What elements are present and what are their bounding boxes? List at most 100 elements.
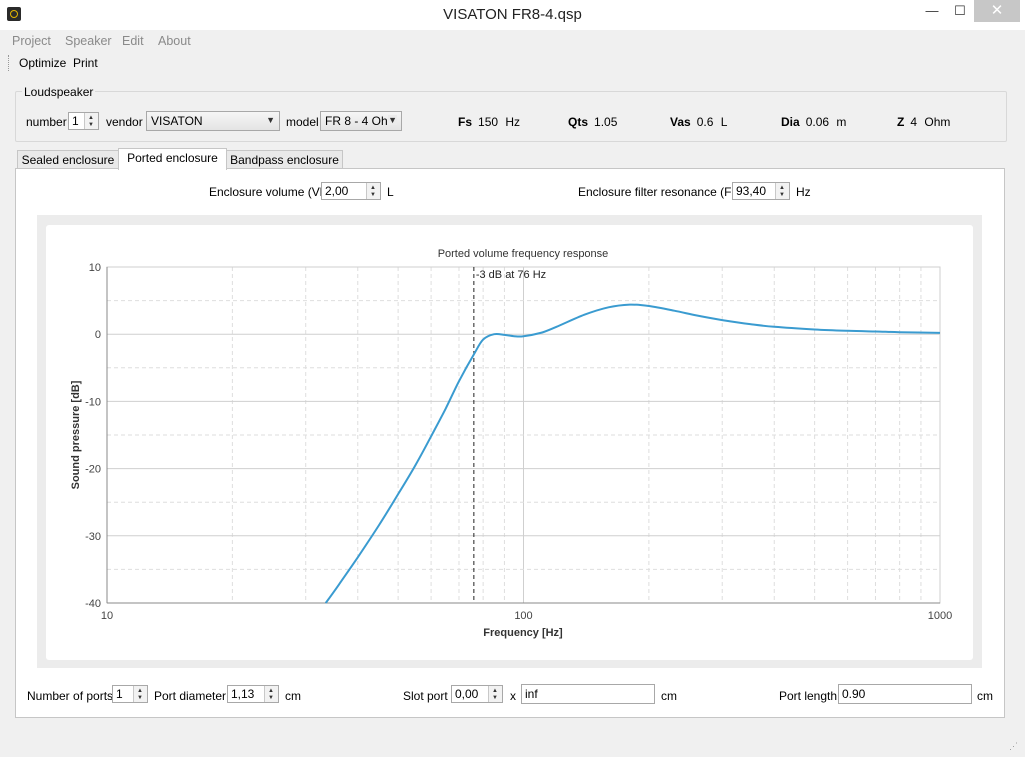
z-param: Z4 Ohm [897, 115, 950, 129]
dia-param: Dia 0.06 m [781, 115, 846, 129]
fs-param: Fs 150 Hz [458, 115, 520, 129]
x-tick-label: 10 [101, 610, 113, 622]
y-tick-label: 10 [89, 262, 101, 274]
z-value: 4 [910, 115, 918, 129]
chart-panel: 10 100 1000 10 0 -10 -20 -30 -40 Ported volume f… [46, 225, 973, 660]
x-tick-label: 100 [514, 610, 532, 622]
print-button[interactable]: Print [73, 56, 98, 70]
fb-unit: Hz [796, 185, 811, 199]
vb-unit: L [387, 185, 394, 199]
length-unit: cm [977, 689, 993, 703]
model-select[interactable]: FR 8 - 4 Ohm ▼ [320, 111, 402, 131]
title-bar: VISATON FR8-4.qsp — ☐ ✕ [0, 0, 1025, 30]
chart-ticks: 10 100 1000100-10-20-30-40 [85, 262, 952, 622]
z-unit: Ohm [924, 115, 951, 129]
ports-spin-arrows[interactable]: ▲ ▼ [133, 686, 147, 702]
qts-param: Qts 1.05 [568, 115, 617, 129]
vendor-select[interactable]: VISATON ▼ [146, 111, 280, 131]
slot-width-input[interactable]: inf [521, 684, 655, 704]
vb-spinbox[interactable]: 2,00 ▲ ▼ [321, 182, 381, 200]
menu-about[interactable]: About [158, 34, 191, 48]
spin-down-icon[interactable]: ▼ [492, 695, 498, 701]
optimize-button[interactable]: Optimize [19, 56, 66, 70]
minimize-button[interactable]: — [917, 0, 947, 22]
fs-label: Fs [458, 115, 473, 129]
menu-bar: Project Speaker Edit About [0, 30, 1025, 52]
chart-title: Ported volume frequency response [438, 248, 609, 260]
chevron-down-icon: ▼ [388, 115, 397, 125]
vendor-value: VISATON [151, 114, 203, 128]
close-button[interactable]: ✕ [974, 0, 1020, 22]
vendor-label: vendor [106, 115, 143, 129]
frequency-response-chart: 10 100 1000100-10-20-30-40 Ported volume f… [70, 248, 952, 639]
fs-unit: Hz [505, 115, 521, 129]
slot-x-label: x [510, 689, 516, 703]
spin-up-icon[interactable]: ▲ [492, 688, 498, 694]
fb-spin-arrows[interactable]: ▲ ▼ [775, 183, 789, 199]
diameter-value: 1,13 [231, 687, 255, 701]
y-axis-label: Sound pressure [dB] [70, 380, 82, 489]
fb-spinbox[interactable]: 93,40 ▲ ▼ [732, 182, 790, 200]
diameter-spinbox[interactable]: 1,13 ▲ ▼ [227, 685, 279, 703]
diameter-spin-arrows[interactable]: ▲ ▼ [264, 686, 278, 702]
minus-3db-annotation: -3 dB at 76 Hz [476, 269, 546, 281]
tab-ported-enclosure[interactable]: Ported enclosure [118, 148, 227, 170]
model-label: model [286, 115, 319, 129]
vb-label: Enclosure volume (Vb) [209, 185, 331, 199]
slot-value: 0,00 [455, 687, 479, 701]
number-label: number [26, 115, 67, 129]
vas-unit: L [720, 115, 728, 129]
y-tick-label: 0 [95, 329, 101, 341]
chevron-down-icon: ▼ [266, 115, 275, 125]
x-axis-label: Frequency [Hz] [483, 627, 563, 639]
tab-sealed-enclosure[interactable]: Sealed enclosure [17, 150, 119, 169]
spin-up-icon[interactable]: ▲ [370, 185, 376, 191]
slot-label: Slot port [403, 689, 448, 703]
spin-down-icon[interactable]: ▼ [268, 695, 274, 701]
diameter-unit: cm [285, 689, 301, 703]
port-length-value: 0.90 [842, 687, 866, 701]
menu-edit[interactable]: Edit [122, 34, 144, 48]
ports-label: Number of ports [27, 689, 114, 703]
z-label: Z [897, 115, 905, 129]
spin-up-icon[interactable]: ▲ [779, 185, 785, 191]
model-value: FR 8 - 4 Ohm [325, 114, 398, 128]
y-tick-label: -20 [85, 464, 101, 476]
spin-down-icon[interactable]: ▼ [779, 192, 785, 198]
vb-spin-arrows[interactable]: ▲ ▼ [366, 183, 380, 199]
number-value: 1 [72, 114, 79, 128]
dia-label: Dia [781, 115, 800, 129]
resize-grip-icon[interactable]: ⋰ [1009, 741, 1019, 751]
slot-spinbox[interactable]: 0,00 ▲ ▼ [451, 685, 503, 703]
toolbar-grip[interactable] [8, 55, 11, 71]
spin-down-icon[interactable]: ▼ [370, 192, 376, 198]
chart-grid [106, 266, 941, 604]
number-spin-arrows[interactable]: ▲ ▼ [84, 113, 98, 129]
slot-spin-arrows[interactable]: ▲ ▼ [488, 686, 502, 702]
dia-value: 0.06 [805, 115, 830, 129]
length-label: Port length [779, 689, 838, 703]
maximize-button[interactable]: ☐ [945, 0, 975, 22]
fb-label: Enclosure filter resonance (Fb) [578, 185, 743, 199]
toolbar: Optimize Print [0, 52, 1025, 74]
y-tick-label: -40 [85, 598, 101, 610]
vas-label: Vas [670, 115, 691, 129]
vas-param: Vas 0.6 L [670, 115, 727, 129]
port-length-input[interactable]: 0.90 [838, 684, 972, 704]
spin-up-icon[interactable]: ▲ [137, 688, 143, 694]
loudspeaker-group-title: Loudspeaker [22, 85, 96, 99]
menu-speaker[interactable]: Speaker [65, 34, 112, 48]
tab-bandpass-enclosure[interactable]: Bandpass enclosure [226, 150, 343, 169]
slot-unit: cm [661, 689, 677, 703]
menu-project[interactable]: Project [12, 34, 51, 48]
spin-down-icon[interactable]: ▼ [88, 122, 94, 128]
spin-up-icon[interactable]: ▲ [268, 688, 274, 694]
spin-down-icon[interactable]: ▼ [137, 695, 143, 701]
spin-up-icon[interactable]: ▲ [88, 115, 94, 121]
qts-value: 1.05 [594, 115, 618, 129]
number-spinbox[interactable]: 1 ▲ ▼ [68, 112, 99, 130]
window-title: VISATON FR8-4.qsp [443, 6, 582, 23]
vas-value: 0.6 [696, 115, 714, 129]
ports-spinbox[interactable]: 1 ▲ ▼ [112, 685, 148, 703]
fs-value: 150 [478, 115, 499, 129]
